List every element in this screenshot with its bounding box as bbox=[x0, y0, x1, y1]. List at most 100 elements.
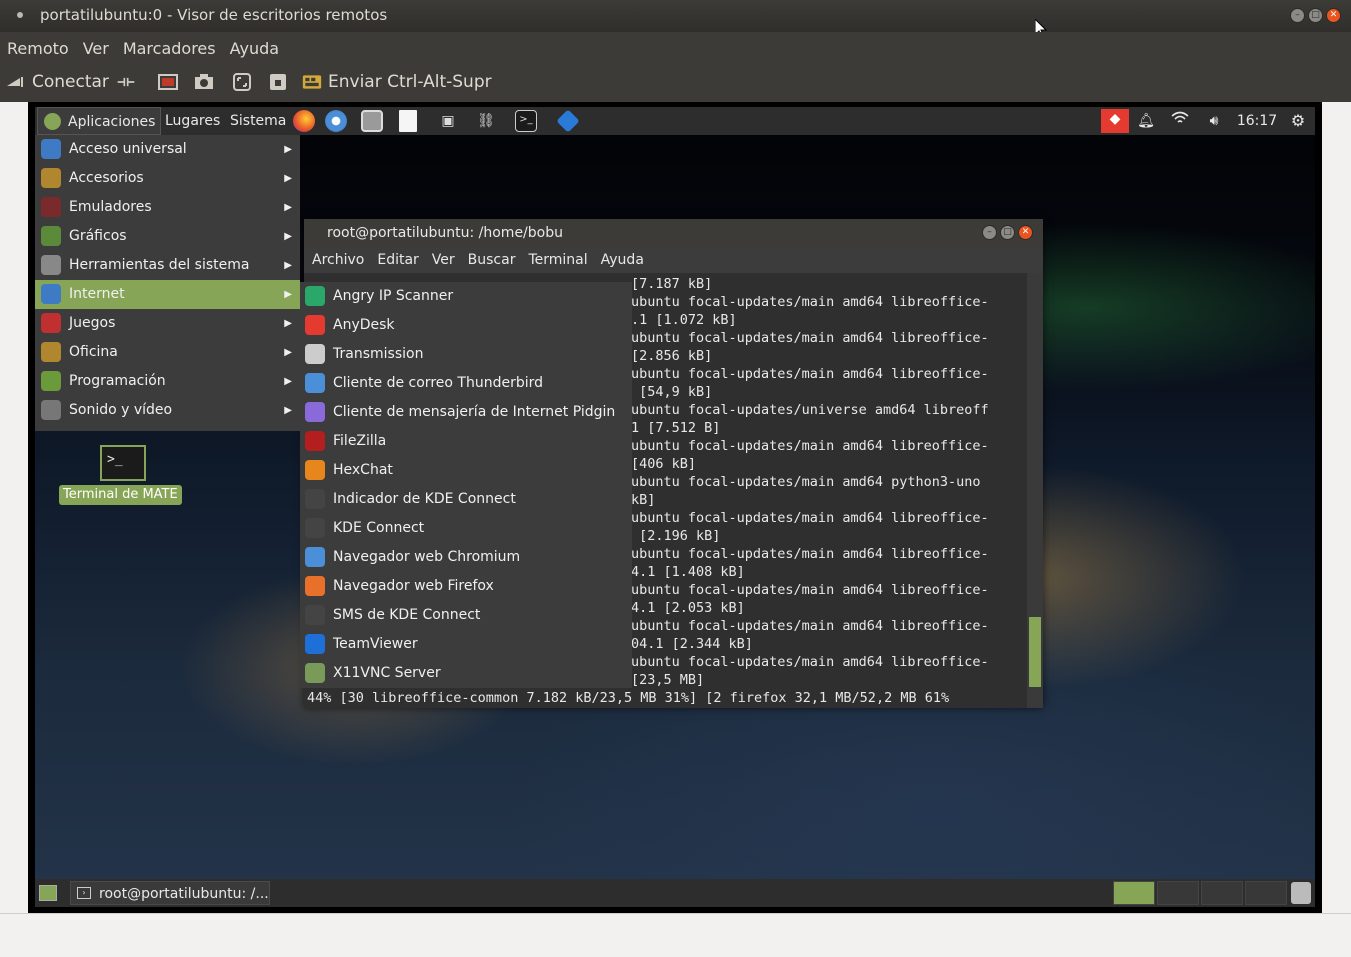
internet-menu-item[interactable]: Angry IP Scanner bbox=[300, 282, 632, 311]
apps-menu-item[interactable]: Gráficos ▶ bbox=[35, 222, 300, 251]
taskbar-terminal-button[interactable]: › root@portatilubuntu: /... bbox=[70, 881, 270, 905]
terminal-line: [2.196 kB] bbox=[631, 528, 721, 544]
terminal-menu-editar[interactable]: Editar bbox=[377, 252, 418, 268]
apps-menu-item[interactable]: Sonido y vídeo ▶ bbox=[35, 396, 300, 425]
apps-menu-item[interactable]: Herramientas del sistema ▶ bbox=[35, 251, 300, 280]
terminal-titlebar[interactable]: root@portatilubuntu: /home/bobu – □ ✕ bbox=[304, 219, 1043, 247]
menu-sistema[interactable]: Sistema bbox=[225, 107, 291, 135]
kodi-launcher-icon[interactable] bbox=[556, 109, 580, 133]
terminal-line: ubuntu focal-updates/main amd64 libreoff… bbox=[631, 546, 989, 562]
screenshot-launcher-icon[interactable]: ▣ bbox=[437, 110, 459, 132]
lock-button[interactable] bbox=[268, 72, 288, 92]
trash-icon[interactable] bbox=[1291, 882, 1311, 904]
terminal-launcher-icon[interactable]: >_ bbox=[515, 110, 537, 132]
submenu-arrow-icon: ▶ bbox=[284, 405, 292, 416]
menu-ayuda[interactable]: Ayuda bbox=[230, 39, 279, 58]
terminal-menu-ayuda[interactable]: Ayuda bbox=[601, 252, 644, 268]
submenu-arrow-icon: ▶ bbox=[284, 144, 292, 155]
apps-menu-item[interactable]: Emuladores ▶ bbox=[35, 193, 300, 222]
terminal-maximize-button[interactable]: □ bbox=[1000, 225, 1015, 240]
terminal-menu-terminal[interactable]: Terminal bbox=[528, 252, 587, 268]
submenu-arrow-icon: ▶ bbox=[284, 318, 292, 329]
internet-menu-item-label: TeamViewer bbox=[333, 636, 418, 652]
internet-menu-item[interactable]: TeamViewer bbox=[300, 630, 632, 659]
terminal-line: [54,9 kB] bbox=[631, 384, 713, 400]
internet-menu-item[interactable]: Navegador web Chromium bbox=[300, 543, 632, 572]
menu-lugares[interactable]: Lugares bbox=[160, 107, 225, 135]
fullscreen-button[interactable] bbox=[158, 72, 178, 92]
workspace-3[interactable] bbox=[1201, 881, 1243, 905]
terminal-line: 04.1 [2.344 kB] bbox=[631, 636, 753, 652]
apps-menu-item[interactable]: Acceso universal ▶ bbox=[35, 135, 300, 164]
disconnect-button[interactable] bbox=[116, 72, 136, 92]
maximize-button[interactable]: □ bbox=[1308, 8, 1323, 23]
remote-viewer-launcher-icon[interactable]: ⛓ bbox=[475, 110, 497, 132]
internet-menu-item[interactable]: FileZilla bbox=[300, 427, 632, 456]
internet-menu-item[interactable]: Transmission bbox=[300, 340, 632, 369]
remote-desktop[interactable]: Aplicaciones Lugares Sistema ▣ ⛓ >_ ◆ 🔔︎… bbox=[35, 107, 1315, 907]
workspace-1[interactable] bbox=[1113, 881, 1155, 905]
graphics-icon bbox=[41, 226, 61, 246]
internet-menu-item[interactable]: Indicador de KDE Connect bbox=[300, 485, 632, 514]
apps-menu-item[interactable]: Accesorios ▶ bbox=[35, 164, 300, 193]
apps-menu-item[interactable]: Juegos ▶ bbox=[35, 309, 300, 338]
apps-menu-item[interactable]: Programación ▶ bbox=[35, 367, 300, 396]
menu-ver[interactable]: Ver bbox=[83, 39, 109, 58]
desktop-icon-label[interactable]: Terminal de MATE bbox=[59, 485, 182, 505]
internet-menu-item[interactable]: SMS de KDE Connect bbox=[300, 601, 632, 630]
window-menu-icon[interactable] bbox=[17, 12, 23, 18]
screenshot-button[interactable] bbox=[194, 72, 214, 92]
text-editor-launcher-icon[interactable] bbox=[399, 110, 417, 132]
internet-menu-item[interactable]: Cliente de correo Thunderbird bbox=[300, 369, 632, 398]
apps-menu-item[interactable]: Oficina ▶ bbox=[35, 338, 300, 367]
minimize-button[interactable]: – bbox=[1290, 8, 1305, 23]
submenu-arrow-icon: ▶ bbox=[284, 231, 292, 242]
terminal-scrollbar[interactable] bbox=[1027, 273, 1043, 708]
menu-remoto[interactable]: Remoto bbox=[7, 39, 69, 58]
filezilla-icon bbox=[305, 431, 325, 451]
close-button[interactable]: ✕ bbox=[1326, 8, 1341, 23]
terminal-line: ubuntu focal-updates/main amd64 libreoff… bbox=[631, 438, 989, 454]
apps-menu-item[interactable]: Internet ▶ bbox=[35, 280, 300, 309]
teamviewer-icon bbox=[305, 634, 325, 654]
terminal-menu-ver[interactable]: Ver bbox=[432, 252, 455, 268]
terminal-menu-archivo[interactable]: Archivo bbox=[312, 252, 364, 268]
terminal-desktop-icon[interactable]: >_ bbox=[100, 445, 146, 481]
scale-button[interactable] bbox=[232, 72, 252, 92]
workspace-4[interactable] bbox=[1245, 881, 1287, 905]
angry-ip-scanner-icon bbox=[305, 286, 325, 306]
menu-marcadores[interactable]: Marcadores bbox=[123, 39, 216, 58]
internet-menu-item-label: Indicador de KDE Connect bbox=[333, 491, 516, 507]
internet-menu-item[interactable]: Navegador web Firefox bbox=[300, 572, 632, 601]
scrollbar-thumb[interactable] bbox=[1029, 617, 1041, 687]
show-desktop-icon[interactable] bbox=[39, 885, 57, 901]
internet-menu-item[interactable]: HexChat bbox=[300, 456, 632, 485]
terminal-close-button[interactable]: ✕ bbox=[1018, 225, 1033, 240]
firefox-launcher-icon[interactable] bbox=[293, 110, 315, 132]
menu-aplicaciones[interactable]: Aplicaciones bbox=[37, 107, 162, 135]
system-settings-gear-icon[interactable]: ⚙ bbox=[1287, 111, 1309, 131]
terminal-menu-buscar[interactable]: Buscar bbox=[468, 252, 516, 268]
file-manager-launcher-icon[interactable] bbox=[361, 110, 383, 132]
apps-menu-item-label: Juegos bbox=[69, 315, 116, 331]
internet-menu-item[interactable]: X11VNC Server bbox=[300, 659, 632, 688]
connect-button[interactable]: Conectar bbox=[6, 72, 109, 92]
clock[interactable]: 16:17 bbox=[1235, 111, 1279, 131]
internet-menu-item[interactable]: KDE Connect bbox=[300, 514, 632, 543]
terminal-line: 4.1 [2.053 kB] bbox=[631, 600, 745, 616]
anydesk-icon bbox=[305, 315, 325, 335]
notifications-bell-icon[interactable]: 🔔︎ bbox=[1135, 111, 1157, 131]
terminal-line: ubuntu focal-updates/main amd64 libreoff… bbox=[631, 330, 989, 346]
internet-menu-item[interactable]: AnyDesk bbox=[300, 311, 632, 340]
internet-menu-item[interactable]: Cliente de mensajería de Internet Pidgin bbox=[300, 398, 632, 427]
chromium-launcher-icon[interactable] bbox=[325, 110, 347, 132]
terminal-line: kB] bbox=[631, 492, 656, 508]
workspace-2[interactable] bbox=[1157, 881, 1199, 905]
programming-icon bbox=[41, 371, 61, 391]
volume-icon[interactable]: 🔊︎ bbox=[1201, 111, 1227, 131]
send-ctrl-alt-del-button[interactable]: Enviar Ctrl-Alt-Supr bbox=[302, 72, 492, 92]
terminal-minimize-button[interactable]: – bbox=[982, 225, 997, 240]
games-icon bbox=[41, 313, 61, 333]
anydesk-tray-icon[interactable]: ◆ bbox=[1101, 109, 1129, 133]
wifi-icon[interactable] bbox=[1167, 111, 1193, 131]
